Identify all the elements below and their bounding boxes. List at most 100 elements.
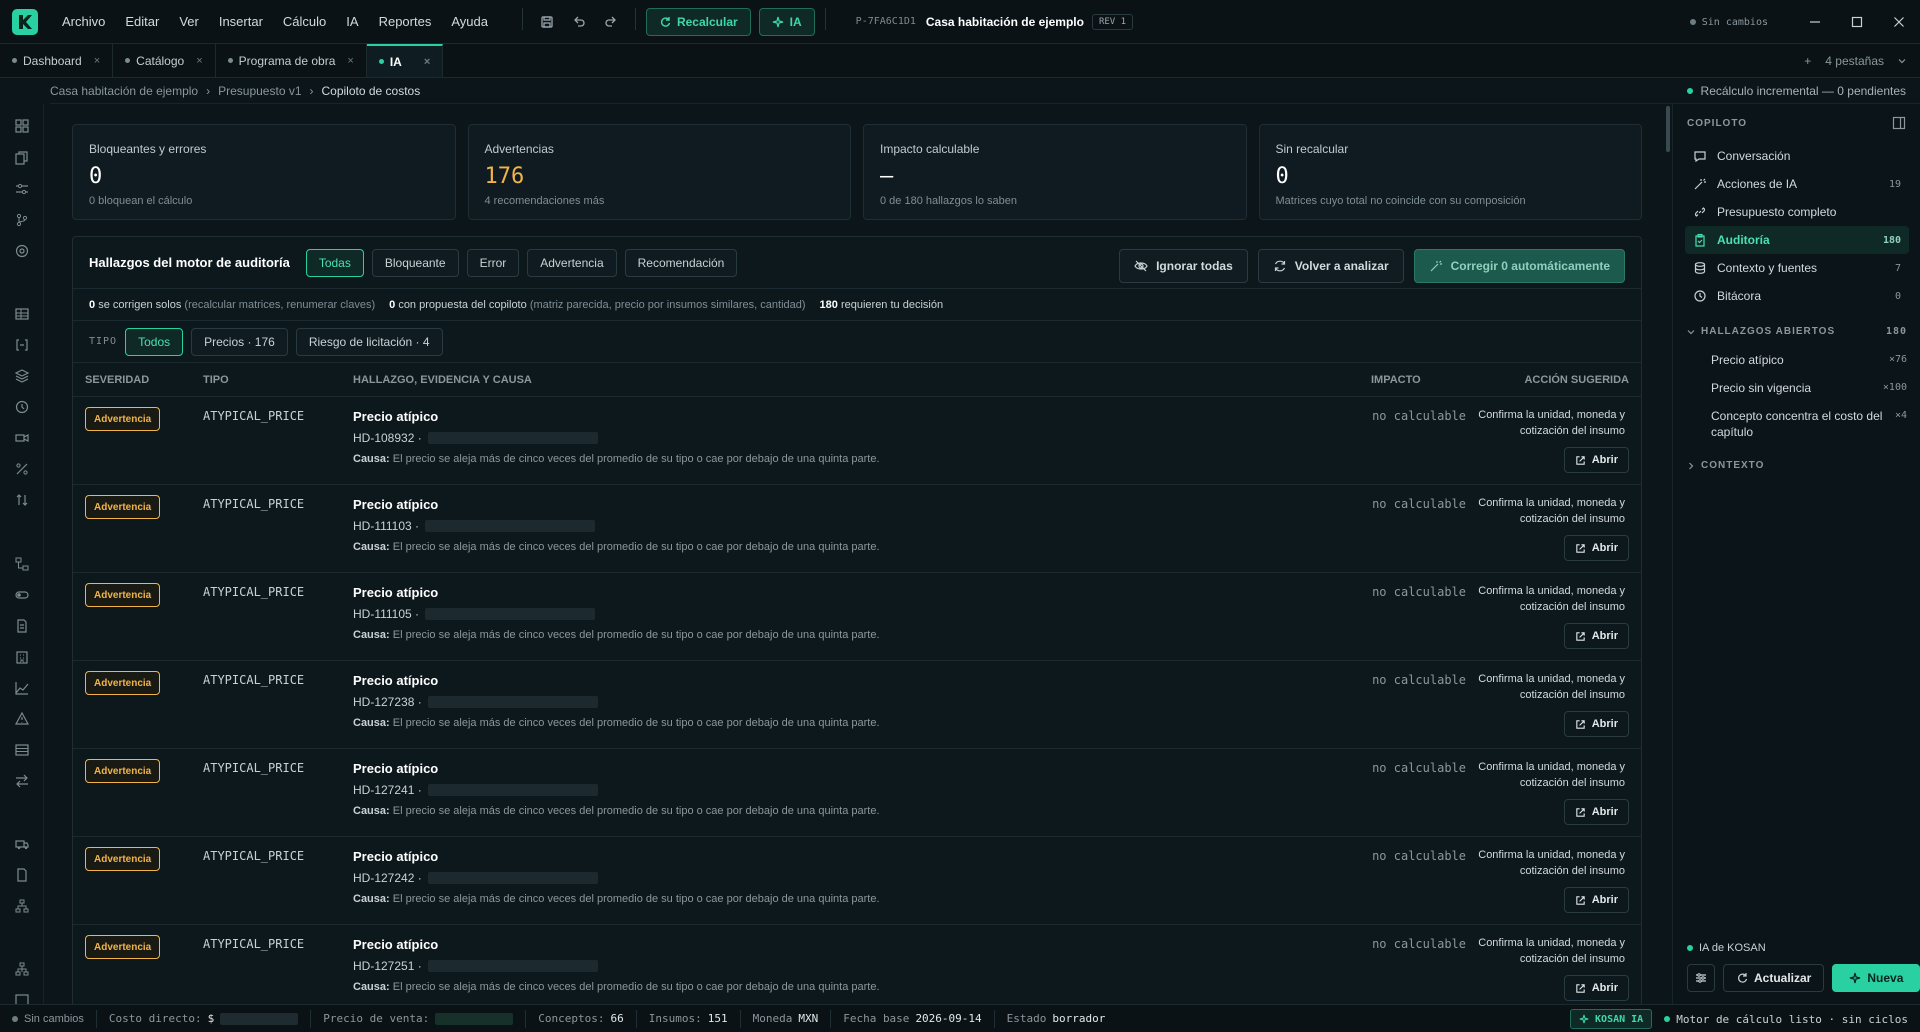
- filter-advertencia[interactable]: Advertencia: [527, 248, 617, 277]
- new-tab-icon[interactable]: +: [1804, 54, 1811, 68]
- menu-ver[interactable]: Ver: [169, 14, 209, 29]
- settings-button[interactable]: [1687, 964, 1715, 992]
- table-row[interactable]: Advertencia ATYPICAL_PRICE Precio atípico H…: [73, 485, 1641, 573]
- column-impact[interactable]: IMPACTO: [1371, 374, 1421, 386]
- dashboard-icon[interactable]: [14, 118, 30, 134]
- close-window-button[interactable]: [1878, 0, 1920, 44]
- copilot-nav-item[interactable]: Acciones de IA 19: [1685, 170, 1909, 198]
- column-severity[interactable]: SEVERIDAD: [85, 374, 149, 386]
- tab-close-icon[interactable]: ×: [94, 55, 100, 67]
- type-filter-precios[interactable]: Precios · 176: [191, 327, 288, 356]
- context-section[interactable]: CONTEXTO: [1687, 460, 1907, 471]
- save-icon[interactable]: [533, 8, 561, 36]
- file-icon[interactable]: [14, 867, 30, 883]
- recalculate-button[interactable]: Recalcular: [645, 7, 751, 36]
- tab-close-icon[interactable]: ×: [196, 55, 202, 67]
- open-finding-item[interactable]: Concepto concentra el costo del capítulo…: [1711, 408, 1907, 440]
- filter-todas[interactable]: Todas: [305, 248, 364, 277]
- table-row[interactable]: Advertencia ATYPICAL_PRICE Precio atípico H…: [73, 837, 1641, 925]
- menu-calculo[interactable]: Cálculo: [273, 14, 336, 29]
- autofix-button[interactable]: Corregir 0 automáticamente: [1413, 249, 1625, 283]
- toggle-icon[interactable]: [14, 587, 30, 603]
- open-button[interactable]: Abrir: [1563, 887, 1629, 913]
- kosan-ia-button[interactable]: KOSAN IA: [1570, 1009, 1653, 1029]
- tab-dashboard[interactable]: Dashboard ×: [0, 44, 114, 77]
- tab-programa-de-obra[interactable]: Programa de obra ×: [216, 44, 367, 77]
- table-row[interactable]: Advertencia ATYPICAL_PRICE Precio atípico H…: [73, 749, 1641, 837]
- table-row[interactable]: Advertencia ATYPICAL_PRICE Precio atípico H…: [73, 397, 1641, 485]
- table-icon[interactable]: [14, 306, 30, 322]
- layers-icon[interactable]: [14, 368, 30, 384]
- tree-icon[interactable]: [14, 556, 30, 572]
- copilot-nav-item[interactable]: Conversación: [1685, 142, 1909, 170]
- org-icon[interactable]: [14, 898, 30, 914]
- breadcrumb-item-project[interactable]: Casa habitación de ejemplo: [50, 84, 198, 98]
- column-action[interactable]: ACCIÓN SUGERIDA: [1524, 374, 1629, 386]
- copilot-nav-item[interactable]: Auditoría 180: [1685, 226, 1909, 254]
- undo-icon[interactable]: [565, 8, 593, 36]
- clock-icon[interactable]: [14, 399, 30, 415]
- open-button[interactable]: Abrir: [1563, 447, 1629, 473]
- table-row[interactable]: Advertencia ATYPICAL_PRICE Precio atípico H…: [73, 573, 1641, 661]
- grid-icon[interactable]: [14, 742, 30, 758]
- refresh-button[interactable]: Actualizar: [1723, 964, 1825, 992]
- column-type[interactable]: TIPO: [203, 374, 229, 386]
- network-icon[interactable]: [14, 961, 30, 977]
- reanalyze-button[interactable]: Volver a analizar: [1257, 249, 1404, 283]
- menu-archivo[interactable]: Archivo: [52, 14, 115, 29]
- menu-editar[interactable]: Editar: [115, 14, 169, 29]
- main-scrollbar[interactable]: [1666, 106, 1670, 152]
- menu-insertar[interactable]: Insertar: [209, 14, 273, 29]
- maximize-button[interactable]: [1836, 0, 1878, 44]
- copilot-nav-item[interactable]: Bitácora 0: [1685, 282, 1909, 310]
- tabs-count[interactable]: 4 pestañas: [1825, 54, 1884, 68]
- table-row[interactable]: Advertencia ATYPICAL_PRICE Precio atípico H…: [73, 925, 1641, 1013]
- percent-icon[interactable]: [14, 461, 30, 477]
- new-chat-button[interactable]: Nueva: [1832, 964, 1920, 992]
- brackets-icon[interactable]: [14, 337, 30, 353]
- column-finding[interactable]: HALLAZGO, EVIDENCIA Y CAUSA: [353, 374, 532, 386]
- copilot-nav-item[interactable]: Contexto y fuentes 7: [1685, 254, 1909, 282]
- sort-icon[interactable]: [14, 492, 30, 508]
- open-findings-section[interactable]: HALLAZGOS ABIERTOS 180: [1687, 326, 1907, 337]
- swap-icon[interactable]: [14, 773, 30, 789]
- target-icon[interactable]: [14, 243, 30, 259]
- warning-icon[interactable]: [14, 711, 30, 727]
- building-icon[interactable]: [14, 649, 30, 665]
- filter-recomendacion[interactable]: Recomendación: [624, 248, 738, 277]
- tab-catalogo[interactable]: Catálogo ×: [113, 44, 216, 77]
- type-filter-todos[interactable]: Todos: [125, 327, 184, 356]
- trend-icon[interactable]: [14, 680, 30, 696]
- menu-ayuda[interactable]: Ayuda: [441, 14, 498, 29]
- filter-error[interactable]: Error: [466, 248, 520, 277]
- minimize-button[interactable]: [1794, 0, 1836, 44]
- video-icon[interactable]: [14, 430, 30, 446]
- copilot-nav-item[interactable]: Presupuesto completo: [1685, 198, 1909, 226]
- open-button[interactable]: Abrir: [1563, 799, 1629, 825]
- breadcrumb-item-budget[interactable]: Presupuesto v1: [218, 84, 301, 98]
- tab-ia[interactable]: IA ×: [366, 44, 444, 77]
- document-icon[interactable]: [14, 618, 30, 634]
- open-button[interactable]: Abrir: [1563, 623, 1629, 649]
- copy-icon[interactable]: [14, 150, 30, 166]
- ignore-all-button[interactable]: Ignorar todas: [1119, 249, 1248, 283]
- redo-icon[interactable]: [597, 8, 625, 36]
- branch-icon[interactable]: [14, 212, 30, 228]
- open-finding-item[interactable]: Precio sin vigencia ×100: [1711, 380, 1907, 396]
- ia-button[interactable]: IA: [758, 7, 815, 36]
- open-button[interactable]: Abrir: [1563, 535, 1629, 561]
- filter-bloqueante[interactable]: Bloqueante: [371, 248, 459, 277]
- open-button[interactable]: Abrir: [1563, 975, 1629, 1001]
- truck-icon[interactable]: [14, 836, 30, 852]
- menu-ia[interactable]: IA: [336, 14, 368, 29]
- table-row[interactable]: Advertencia ATYPICAL_PRICE Precio atípico H…: [73, 661, 1641, 749]
- chevron-down-icon[interactable]: [1898, 57, 1906, 65]
- sliders-icon[interactable]: [14, 181, 30, 197]
- menu-reportes[interactable]: Reportes: [369, 14, 442, 29]
- tab-close-icon[interactable]: ×: [347, 55, 353, 67]
- open-finding-item[interactable]: Precio atípico ×76: [1711, 352, 1907, 368]
- panel-collapse-icon[interactable]: [1892, 116, 1906, 130]
- tab-close-icon[interactable]: ×: [424, 56, 430, 68]
- type-filter-riesgo[interactable]: Riesgo de licitación · 4: [295, 327, 443, 356]
- open-button[interactable]: Abrir: [1563, 711, 1629, 737]
